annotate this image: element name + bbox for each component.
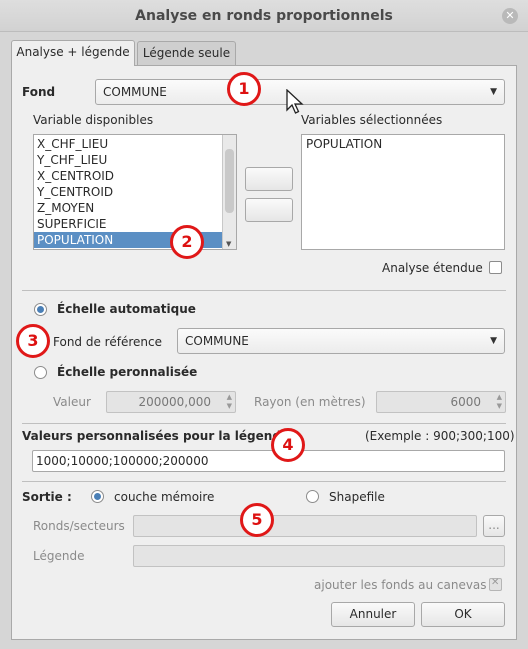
shapefile-label: Shapefile [329, 490, 385, 504]
selected-variables-label: Variables sélectionnées [301, 113, 443, 127]
available-variables-list[interactable]: X_CHF_LIEU Y_CHF_LIEU X_CENTROID Y_CENTR… [33, 134, 237, 250]
scrollbar-thumb[interactable] [225, 149, 234, 213]
echelle-perso-radio[interactable] [34, 366, 47, 379]
cursor-arrow-icon [286, 89, 304, 114]
valeur-label: Valeur [53, 395, 91, 409]
divider [22, 290, 506, 291]
divider [22, 423, 506, 424]
fond-reference-combo[interactable]: COMMUNE ▼ [177, 328, 505, 354]
shapefile-radio[interactable] [306, 490, 319, 503]
list-item[interactable]: Z_MOYEN [34, 200, 222, 216]
cancel-button[interactable]: Annuler [331, 602, 415, 627]
callout-badge-3: 3 [16, 324, 50, 358]
legende-values-input[interactable]: 1000;10000;100000;200000 [32, 450, 505, 472]
spinner-arrows-icon[interactable]: ▲ ▼ [497, 393, 502, 411]
canvas-label: ajouter les fonds au canevas [314, 578, 487, 592]
check-icon: ✕ [491, 577, 500, 588]
selected-variables-list[interactable]: POPULATION [301, 134, 505, 250]
fond-reference-combo-value: COMMUNE [185, 334, 249, 348]
callout-badge-5: 5 [240, 503, 274, 537]
chevron-down-icon: ▼ [490, 87, 497, 97]
echelle-auto-label: Échelle automatique [57, 302, 196, 316]
echelle-auto-radio[interactable] [34, 303, 47, 316]
list-item[interactable]: POPULATION [303, 136, 493, 152]
ok-button[interactable]: OK [421, 602, 505, 627]
tab-analyse-legende[interactable]: Analyse + légende [11, 40, 135, 66]
close-icon[interactable]: ✕ [502, 8, 518, 24]
window-title: Analyse en ronds proportionnels [0, 0, 528, 32]
list-item[interactable]: Y_CENTROID [34, 184, 222, 200]
available-variables-label: Variable disponibles [33, 113, 154, 127]
fond-reference-label: Fond de référence [53, 335, 162, 349]
tab-legende-seule[interactable]: Légende seule [137, 41, 236, 65]
valeur-value: 200000,000 [138, 395, 211, 409]
legende-output-field[interactable] [133, 545, 505, 567]
couche-memoire-radio[interactable] [91, 490, 104, 503]
callout-badge-4: 4 [271, 428, 305, 462]
couche-memoire-label: couche mémoire [114, 490, 215, 504]
scroll-down-icon[interactable]: ▼ [226, 240, 231, 248]
fond-label: Fond [22, 85, 56, 99]
rayon-label: Rayon (en mètres) [254, 395, 366, 409]
canvas-checkbox[interactable]: ✕ [489, 577, 502, 591]
echelle-perso-label: Échelle peronnalisée [57, 365, 198, 379]
chevron-down-icon: ▼ [490, 336, 497, 346]
sortie-label: Sortie : [22, 490, 72, 504]
analyse-etendue-checkbox[interactable] [489, 261, 502, 274]
fond-combo-value: COMMUNE [103, 85, 167, 99]
analyse-etendue-label: Analyse étendue [382, 261, 483, 275]
list-scrollbar[interactable]: ▼ [222, 135, 236, 249]
list-item[interactable]: X_CHF_LIEU [34, 136, 222, 152]
add-variable-button[interactable] [245, 167, 293, 191]
callout-badge-1: 1 [227, 72, 261, 106]
browse-button[interactable]: ... [483, 515, 505, 537]
list-item[interactable]: X_CENTROID [34, 168, 222, 184]
spinner-arrows-icon[interactable]: ▲ ▼ [227, 393, 232, 411]
valeur-spinbox[interactable]: 200000,000 ▲ ▼ [106, 391, 236, 413]
remove-variable-button[interactable] [245, 198, 293, 222]
legende-values-label: Valeurs personnalisées pour la légende [22, 429, 290, 443]
rayon-value: 6000 [450, 395, 481, 409]
legende-output-label: Légende [33, 549, 85, 563]
ronds-secteurs-field[interactable] [133, 515, 477, 537]
legende-example-text: (Exemple : 900;300;100) [365, 429, 515, 443]
divider [22, 481, 506, 482]
list-item[interactable]: Y_CHF_LIEU [34, 152, 222, 168]
ronds-secteurs-label: Ronds/secteurs [33, 519, 125, 533]
callout-badge-2: 2 [170, 225, 204, 259]
rayon-spinbox[interactable]: 6000 ▲ ▼ [376, 391, 506, 413]
